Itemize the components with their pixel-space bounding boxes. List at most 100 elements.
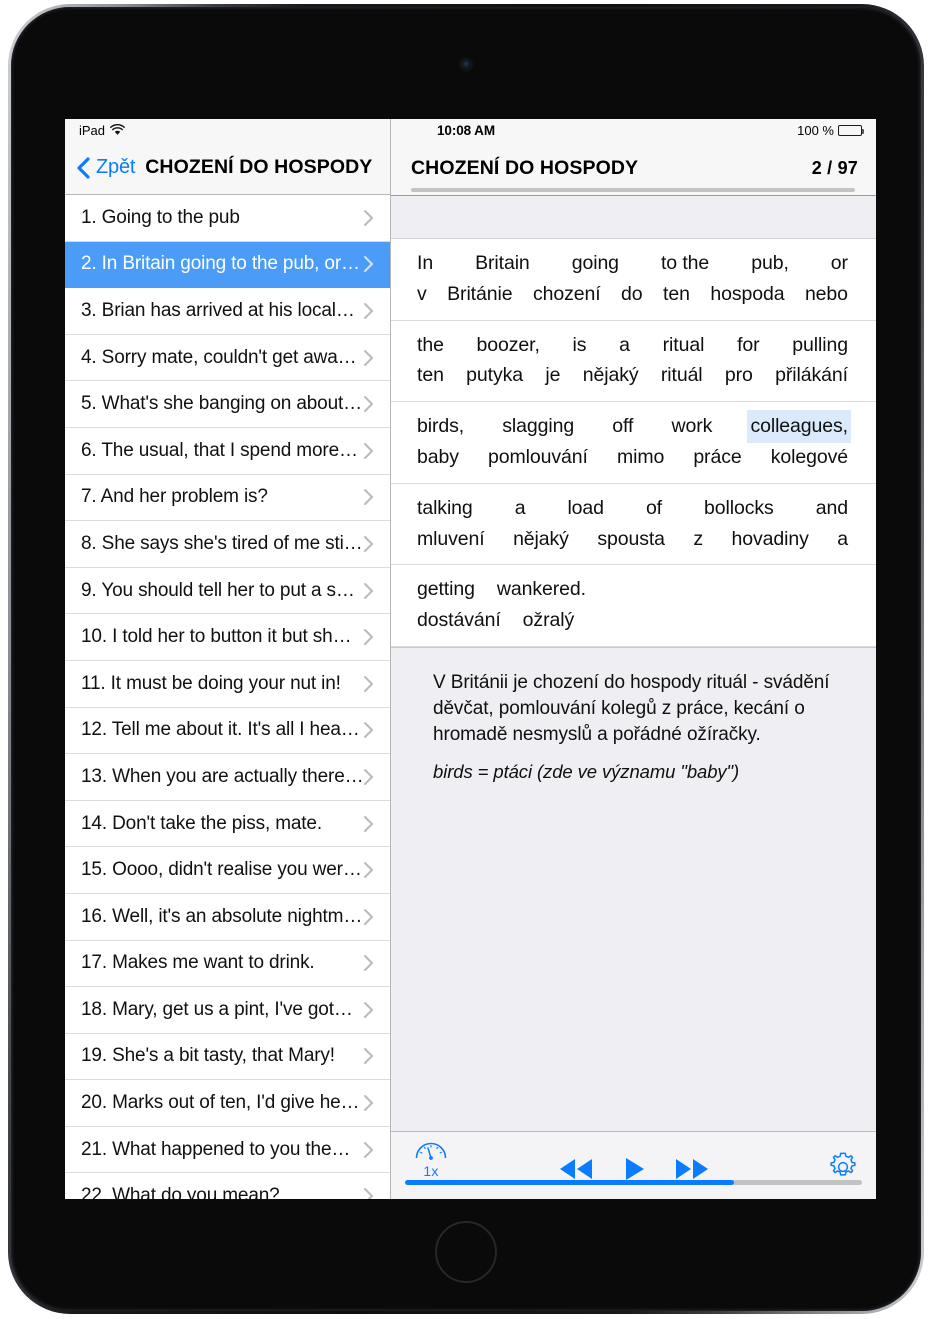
word-token[interactable]: Britain	[475, 248, 530, 279]
list-item[interactable]: 9. You should tell her to put a s…	[65, 567, 390, 615]
list-item[interactable]: 17. Makes me want to drink.	[65, 940, 390, 988]
word-token[interactable]: chození	[533, 279, 601, 310]
status-bar-left: iPad	[65, 123, 125, 138]
word-token[interactable]: nějaký	[513, 524, 569, 555]
playback-speed-button[interactable]: 1x	[405, 1138, 457, 1179]
word-token[interactable]: a	[515, 493, 526, 524]
word-token[interactable]: or	[831, 248, 848, 279]
list-item[interactable]: 3. Brian has arrived at his local…	[65, 288, 390, 335]
word-token[interactable]: a	[837, 524, 848, 555]
word-token[interactable]: of	[646, 493, 662, 524]
word-token[interactable]: talking	[417, 493, 473, 524]
word-token[interactable]: to the	[661, 248, 709, 279]
word-token[interactable]: birds,	[417, 411, 464, 442]
word-token[interactable]: hospoda	[710, 279, 784, 310]
list-item[interactable]: 20. Marks out of ten, I'd give he…	[65, 1080, 390, 1127]
word-token[interactable]: do	[621, 279, 643, 310]
word-token[interactable]: kolegové	[771, 442, 848, 473]
list-item[interactable]: 12. Tell me about it. It's all I hea…	[65, 707, 390, 755]
word-token[interactable]: load	[567, 493, 604, 524]
word-token[interactable]: the	[417, 330, 444, 361]
chevron-left-icon[interactable]	[76, 156, 91, 180]
list-item[interactable]: 11. It must be doing your nut in!	[65, 660, 390, 708]
word-token[interactable]: ožralý	[523, 605, 575, 636]
list-item[interactable]: 21. What happened to you the…	[65, 1126, 390, 1174]
list-item[interactable]: 10. I told her to button it but sh…	[65, 614, 390, 661]
list-item[interactable]: 22. What do you mean?	[65, 1173, 390, 1199]
word-token[interactable]: ten	[417, 360, 444, 391]
lesson-list[interactable]: 1. Going to the pub 2. In Britain going t…	[65, 195, 390, 1199]
list-item[interactable]: 13. When you are actually there…	[65, 754, 390, 801]
word-token[interactable]: dostávání	[417, 605, 501, 636]
list-item[interactable]: 15. Oooo, didn't realise you wer…	[65, 847, 390, 894]
word-token[interactable]: ten	[663, 279, 690, 310]
word-token[interactable]: pulling	[792, 330, 848, 361]
chapter-progress-bar[interactable]	[411, 188, 855, 192]
sentence-row[interactable]: the boozer, is a ritual for pulling ten putyka je…	[391, 321, 876, 403]
word-token[interactable]: pro	[725, 360, 753, 391]
word-token[interactable]: rituál	[661, 360, 703, 391]
word-token[interactable]: baby	[417, 442, 459, 473]
word-token[interactable]: pub,	[751, 248, 789, 279]
back-button-label[interactable]: Zpět	[93, 156, 135, 179]
word-token[interactable]: a	[619, 330, 630, 361]
audio-scrubber[interactable]	[405, 1180, 862, 1185]
list-item-label: 19. She's a bit tasty, that Mary!	[81, 1045, 335, 1067]
list-item[interactable]: 14. Don't take the piss, mate.	[65, 800, 390, 848]
list-item[interactable]: 4. Sorry mate, couldn't get awa…	[65, 334, 390, 382]
word-token[interactable]: mimo	[617, 442, 664, 473]
word-token[interactable]: Británie	[447, 279, 512, 310]
list-item-label: 14. Don't take the piss, mate.	[81, 812, 322, 834]
word-token[interactable]: putyka	[466, 360, 523, 391]
word-token[interactable]: ritual	[663, 330, 705, 361]
list-item-label: 2. In Britain going to the pub, or…	[81, 253, 360, 275]
list-item[interactable]: 2. In Britain going to the pub, or…	[65, 241, 390, 289]
word-token[interactable]: work	[671, 411, 712, 442]
list-item-label: 22. What do you mean?	[81, 1185, 280, 1199]
sentence-row[interactable]: In Britain going to the pub, or v Británie choze…	[391, 239, 876, 321]
word-token[interactable]: slagging	[502, 411, 574, 442]
word-token[interactable]: and	[816, 493, 848, 524]
word-token[interactable]: nějaký	[583, 360, 639, 391]
sentence-line-translation: baby pomlouvání mimo práce kolegové	[417, 442, 850, 473]
word-token[interactable]: z	[693, 524, 703, 555]
word-token[interactable]: je	[545, 360, 560, 391]
chevron-right-icon	[363, 675, 374, 693]
sentence-row[interactable]: birds, slagging off work colleagues, baby poml…	[391, 402, 876, 484]
word-token[interactable]: hovadiny	[732, 524, 809, 555]
list-item[interactable]: 7. And her problem is?	[65, 474, 390, 522]
chevron-right-icon	[363, 1187, 374, 1199]
home-button[interactable]	[435, 1221, 497, 1283]
word-token[interactable]: is	[573, 330, 587, 361]
list-item[interactable]: 1. Going to the pub	[65, 195, 390, 242]
word-token[interactable]: off	[612, 411, 633, 442]
word-token[interactable]: práce	[693, 442, 741, 473]
notes-panel: V Británii je chození do hospody rituál …	[391, 646, 876, 1131]
word-token[interactable]: mluvení	[417, 524, 485, 555]
word-token[interactable]: boozer,	[477, 330, 540, 361]
word-token[interactable]: colleagues,	[747, 410, 851, 443]
sentence-row[interactable]: getting wankered. dostávání ožralý	[391, 565, 876, 647]
word-token[interactable]: nebo	[805, 279, 848, 310]
word-token[interactable]: getting	[417, 574, 475, 605]
sentence-row[interactable]: talking a load of bollocks and mluvení nějaký sp…	[391, 484, 876, 566]
list-item[interactable]: 6. The usual, that I spend more…	[65, 427, 390, 475]
word-token[interactable]: pomlouvání	[488, 442, 588, 473]
list-item-label: 3. Brian has arrived at his local…	[81, 299, 355, 321]
word-token[interactable]: v	[417, 279, 427, 310]
word-token[interactable]: přilákání	[775, 360, 848, 391]
list-item[interactable]: 18. Mary, get us a pint, I've got…	[65, 987, 390, 1034]
list-item[interactable]: 8. She says she's tired of me sti…	[65, 521, 390, 568]
list-item[interactable]: 5. What's she banging on about…	[65, 381, 390, 428]
word-token[interactable]: In	[417, 248, 433, 279]
chevron-right-icon	[363, 349, 374, 367]
list-item[interactable]: 19. She's a bit tasty, that Mary!	[65, 1033, 390, 1081]
word-token[interactable]: going	[572, 248, 619, 279]
word-token[interactable]: bollocks	[704, 493, 774, 524]
word-token[interactable]: spousta	[597, 524, 665, 555]
list-item[interactable]: 16. Well, it's an absolute nightm…	[65, 893, 390, 941]
word-token[interactable]: wankered.	[497, 574, 586, 605]
status-bar-time: 10:08 AM	[437, 122, 495, 138]
word-token[interactable]: for	[737, 330, 760, 361]
chevron-right-icon	[363, 1141, 374, 1159]
